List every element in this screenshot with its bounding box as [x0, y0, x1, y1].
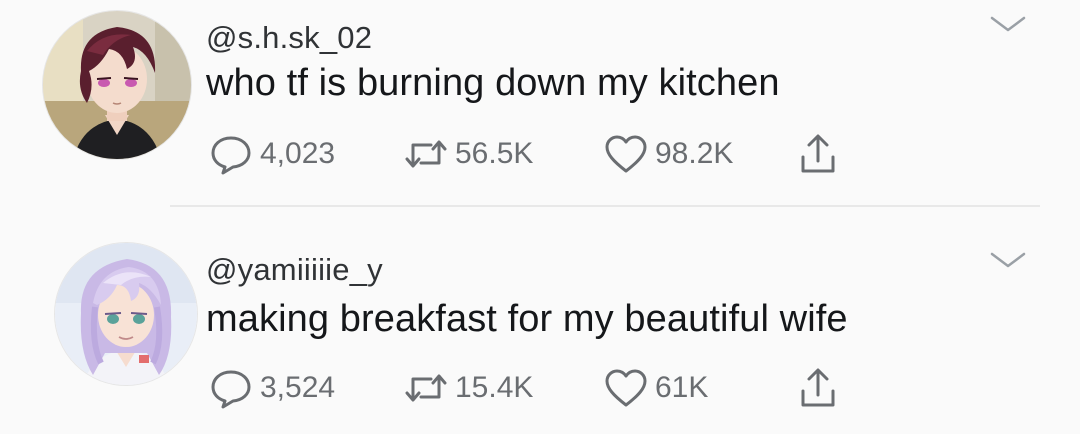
reply-count: 3,524 — [260, 371, 336, 404]
tweet-handle[interactable]: @s.h.sk_02 — [206, 20, 372, 56]
like-count: 98.2K — [655, 137, 734, 170]
tweet[interactable]: @s.h.sk_02 who tf is burning down my kit… — [0, 0, 1080, 215]
tweet-feed: @s.h.sk_02 who tf is burning down my kit… — [0, 0, 1080, 434]
reply-count: 4,023 — [260, 137, 336, 170]
tweet-actions: 4,023 56.5K 98.2K — [208, 132, 844, 176]
tweet-handle[interactable]: @yamiiiiie_y — [206, 252, 383, 288]
chevron-down-icon[interactable] — [988, 248, 1028, 272]
retweet-count: 56.5K — [455, 137, 534, 170]
share-button[interactable] — [798, 133, 844, 175]
tweet[interactable]: @yamiiiiie_y making breakfast for my bea… — [0, 218, 1080, 433]
chevron-down-icon[interactable] — [988, 12, 1028, 36]
retweet-button[interactable]: 15.4K — [403, 367, 603, 409]
tweet-text: who tf is burning down my kitchen — [206, 62, 780, 104]
like-button[interactable]: 98.2K — [603, 133, 798, 175]
avatar[interactable] — [42, 10, 192, 160]
retweet-count: 15.4K — [455, 371, 534, 404]
reply-button[interactable]: 4,023 — [208, 133, 403, 175]
avatar[interactable] — [54, 242, 198, 386]
heart-icon — [605, 135, 647, 173]
like-button[interactable]: 61K — [603, 367, 798, 409]
avatar-maroon-hair-man-image — [43, 11, 191, 159]
speech-bubble-icon — [211, 136, 251, 175]
share-button[interactable] — [798, 367, 844, 409]
share-icon — [801, 134, 835, 173]
retweet-icon — [405, 140, 447, 168]
tweet-text: making breakfast for my beautiful wife — [206, 298, 848, 340]
tweet-actions: 3,524 15.4K 61K — [208, 366, 844, 410]
like-count: 61K — [655, 371, 709, 404]
avatar-lavender-hair-woman-image — [55, 243, 197, 385]
share-icon — [801, 368, 835, 407]
retweet-icon — [405, 374, 447, 402]
speech-bubble-icon — [211, 370, 251, 409]
heart-icon — [605, 369, 647, 407]
retweet-button[interactable]: 56.5K — [403, 133, 603, 175]
divider — [170, 205, 1040, 207]
reply-button[interactable]: 3,524 — [208, 367, 403, 409]
